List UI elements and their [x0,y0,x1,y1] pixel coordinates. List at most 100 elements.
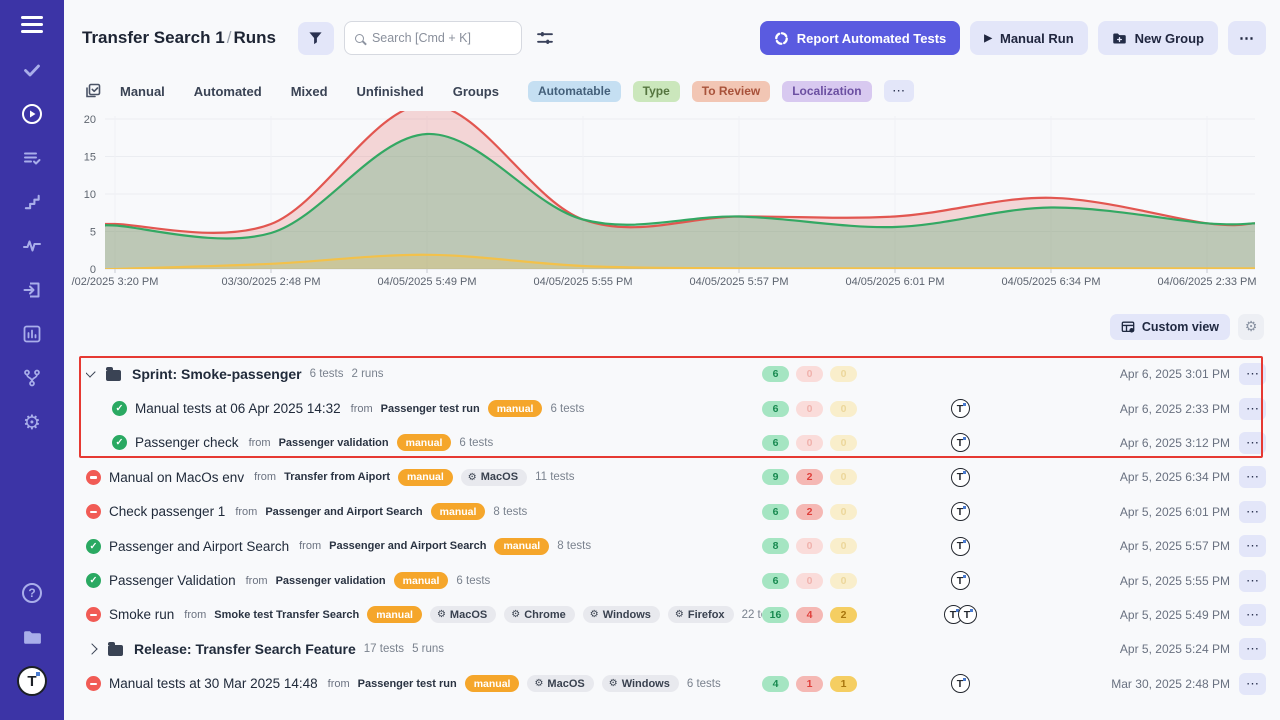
settings-gear-icon[interactable]: ⚙ [12,403,52,441]
new-group-button[interactable]: New Group [1098,21,1218,55]
assignees: T [870,433,1050,452]
runs-chart: 05101520 /02/2025 3:20 PM03/30/2025 2:48… [64,106,1280,298]
count-other: 0 [830,469,857,485]
run-name[interactable]: Manual tests at 06 Apr 2025 14:32 [135,401,341,416]
test-plans-icon[interactable] [12,139,52,177]
tests-count: 6 tests [456,575,490,587]
tab-mixed[interactable]: Mixed [291,84,328,99]
from-label: from [351,403,373,415]
from-label: from [235,506,257,518]
select-all-icon[interactable] [82,80,104,102]
source-name[interactable]: Passenger test run [381,403,480,415]
assignees: T [870,502,1050,521]
import-icon[interactable] [12,271,52,309]
tags-more-button[interactable]: ⋯ [884,80,914,102]
run-row[interactable]: ✓Passenger ValidationfromPassenger valid… [64,563,1280,597]
env-chip: ⚙Windows [583,606,660,623]
run-name[interactable]: Smoke run [109,607,174,622]
run-row[interactable]: ✓Passenger checkfromPassenger validation… [64,426,1280,460]
avatar-t-logo: T [951,433,970,452]
source-name[interactable]: Passenger validation [279,437,389,449]
tab-unfinished[interactable]: Unfinished [357,84,424,99]
group-row[interactable]: Release: Transfer Search Feature17 tests… [64,632,1280,666]
env-chip: ⚙MacOS [430,606,496,623]
search-field[interactable] [372,31,511,45]
row-more-button[interactable]: ⋯ [1239,363,1266,385]
source-name[interactable]: Passenger test run [358,678,457,690]
row-more-button[interactable]: ⋯ [1239,638,1266,660]
integrations-branch-icon[interactable] [12,359,52,397]
row-main: ✓Manual tests at 06 Apr 2025 14:32fromPa… [86,400,762,417]
chevron-right-icon[interactable] [86,644,97,655]
run-name[interactable]: Manual tests at 30 Mar 2025 14:48 [109,676,318,691]
tests-check-icon[interactable] [12,51,52,89]
run-name[interactable]: Passenger and Airport Search [109,539,289,554]
source-name[interactable]: Passenger validation [276,575,386,587]
tab-automated[interactable]: Automated [194,84,262,99]
tag-type[interactable]: Type [633,81,680,102]
avatar-t-logo: T [958,605,977,624]
custom-view-button[interactable]: Custom view [1110,314,1230,340]
count-other: 0 [830,366,857,382]
pulse-icon[interactable] [12,227,52,265]
help-icon[interactable]: ? [12,574,52,612]
runs-play-icon[interactable] [12,95,52,133]
manual-badge: manual [367,606,422,623]
tag-localization[interactable]: Localization [782,81,871,102]
run-row[interactable]: Check passenger 1 from Passenger and Airpo… [64,495,1280,529]
run-row[interactable]: Manual on MacOs envfromTransfer from Aip… [64,460,1280,494]
manual-badge: manual [397,434,452,451]
filter-button[interactable] [298,22,334,55]
source-name[interactable]: Passenger and Airport Search [265,506,422,518]
result-counts: 620 [762,504,870,520]
header-more-button[interactable]: ⋯ [1228,21,1266,55]
milestones-steps-icon[interactable] [12,183,52,221]
row-more-button[interactable]: ⋯ [1239,398,1266,420]
manual-run-button[interactable]: ▶ Manual Run [970,21,1087,55]
tab-groups[interactable]: Groups [453,84,499,99]
analytics-icon[interactable] [12,315,52,353]
source-name[interactable]: Transfer from Aiport [284,471,390,483]
run-name[interactable]: Check passenger 1 [109,504,225,519]
tab-manual[interactable]: Manual [120,84,165,99]
avatar-t-logo: T [951,399,970,418]
run-name[interactable]: Passenger check [135,435,239,450]
display-settings-button[interactable] [532,25,558,51]
topbar: Transfer Search 1/Runs Report Automated … [64,0,1280,62]
user-avatar-logo[interactable]: T [12,662,52,700]
run-row[interactable]: ✓Passenger and Airport SearchfromPasseng… [64,529,1280,563]
count-other: 1 [830,676,857,692]
group-name[interactable]: Release: Transfer Search Feature [134,641,356,657]
run-row[interactable]: ✓Manual tests at 06 Apr 2025 14:32fromPa… [64,391,1280,425]
view-toolbar: Custom view ⚙ [64,314,1280,340]
result-counts: 600 [762,366,870,382]
count-passed: 6 [762,573,789,589]
group-row[interactable]: Sprint: Smoke-passenger6 tests2 runs600A… [64,357,1280,391]
source-name[interactable]: Smoke test Transfer Search [214,609,359,621]
report-automated-tests-button[interactable]: Report Automated Tests [760,21,961,55]
docs-folder-icon[interactable] [12,618,52,656]
run-row[interactable]: Manual tests at 30 Mar 2025 14:48fromPas… [64,667,1280,701]
row-more-button[interactable]: ⋯ [1239,432,1266,454]
tag-automatable[interactable]: Automatable [528,81,621,102]
source-name[interactable]: Passenger and Airport Search [329,540,486,552]
row-more-button[interactable]: ⋯ [1239,604,1266,626]
tests-count: 8 tests [493,506,527,518]
row-more-button[interactable]: ⋯ [1239,535,1266,557]
tag-to-review[interactable]: To Review [692,81,770,102]
run-name[interactable]: Passenger Validation [109,573,236,588]
count-passed: 16 [762,607,789,623]
row-more-button[interactable]: ⋯ [1239,570,1266,592]
view-settings-gear-button[interactable]: ⚙ [1238,314,1264,340]
row-more-button[interactable]: ⋯ [1239,466,1266,488]
row-more-button[interactable]: ⋯ [1239,501,1266,523]
row-more-button[interactable]: ⋯ [1239,673,1266,695]
run-row[interactable]: Smoke runfromSmoke test Transfer Searchm… [64,598,1280,632]
chevron-down-icon[interactable] [86,367,96,378]
run-name[interactable]: Manual on MacOs env [109,470,244,485]
search-input[interactable] [344,21,522,55]
group-name[interactable]: Sprint: Smoke-passenger [132,366,302,382]
search-icon [355,34,364,43]
tests-count: 8 tests [557,540,591,552]
menu-icon[interactable] [21,16,43,33]
